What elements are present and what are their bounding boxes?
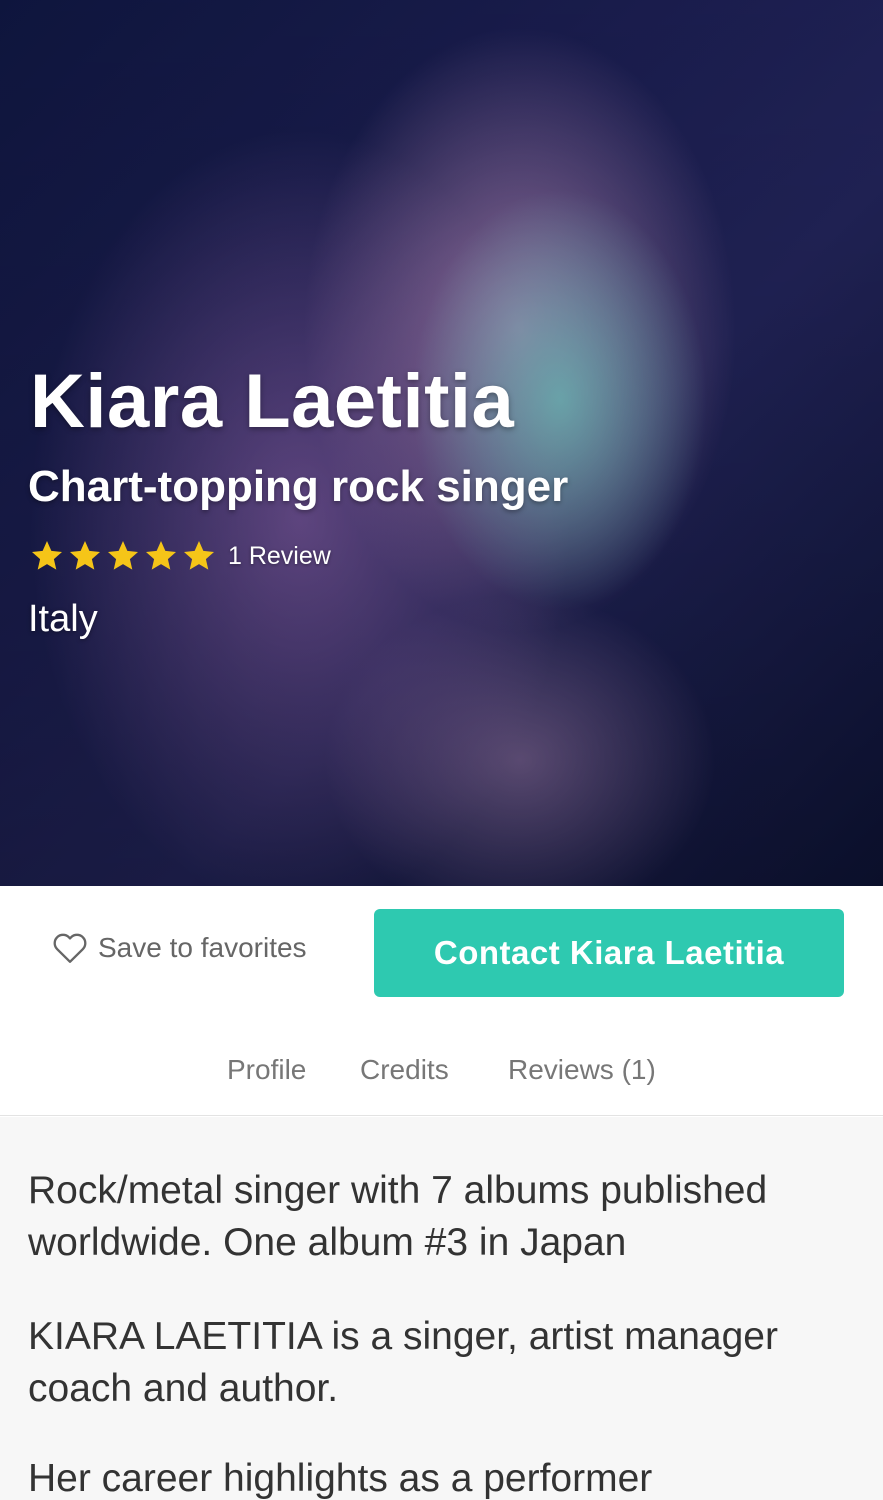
star-icon [146,541,176,570]
hero-banner: Kiara Laetitia Chart-topping rock singer… [0,0,883,886]
bio-intro: KIARA LAETITIA is a singer, artist manag… [28,1315,778,1410]
rating-row: 1 Review [28,538,331,574]
contact-button[interactable]: Contact Kiara Laetitia [374,909,844,997]
star-icon [108,541,138,570]
review-count[interactable]: 1 Review [228,542,331,571]
profile-tabs: Profile Credits Reviews (1) [0,1040,883,1116]
bio-headline: Rock/metal singer with 7 albums publishe… [28,1169,768,1264]
bio-section: Rock/metal singer with 7 albums publishe… [0,1117,883,1500]
tab-credits[interactable]: Credits [360,1054,449,1086]
artist-tagline: Chart-topping rock singer [28,462,569,511]
artist-location: Italy [28,598,98,640]
artist-name: Kiara Laetitia [30,359,515,444]
heart-icon [53,933,87,963]
bio-highlights: Her career highlights as a performer [28,1457,653,1500]
save-to-favorites-label: Save to favorites [98,932,307,963]
tab-reviews[interactable]: Reviews (1) [508,1054,656,1086]
star-icon [32,541,62,570]
save-to-favorites-button[interactable]: Save to favorites [52,932,307,964]
star-icon [70,541,100,570]
tab-profile[interactable]: Profile [227,1054,306,1086]
star-icon [184,541,214,570]
rating-stars [28,538,218,574]
